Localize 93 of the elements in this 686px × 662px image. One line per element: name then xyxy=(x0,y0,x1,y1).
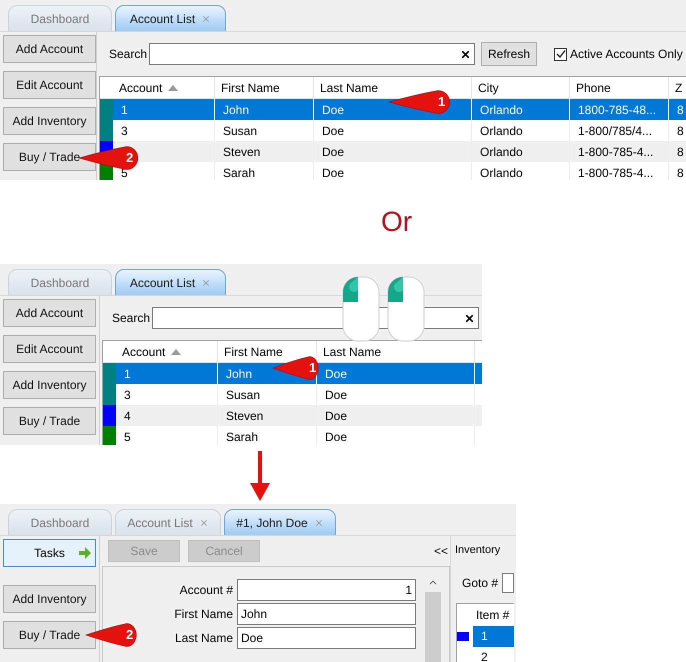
table-cell-text: 3 xyxy=(121,122,128,140)
table-cell-text: Orlando xyxy=(480,164,523,180)
text-field[interactable]: 1 xyxy=(237,579,416,601)
field-label: Last Name xyxy=(174,630,233,647)
arrow-right-icon xyxy=(79,547,91,559)
table-row[interactable]: 3 Susan Doe Orlando 1-800/785/4... 8 xyxy=(100,120,686,141)
panel-title: Inventory xyxy=(455,543,502,558)
tab[interactable]: Dashboard xyxy=(8,269,112,295)
table-row[interactable]: 4 Steven Doe xyxy=(103,405,482,426)
table-cell-text: Steven xyxy=(223,144,260,160)
table-cell-text: Doe xyxy=(325,386,348,404)
table-cell-text: Steven xyxy=(226,408,264,424)
column-header[interactable]: Last Name xyxy=(323,342,382,360)
goto-label: Goto # xyxy=(462,574,498,592)
table-cell-text: Doe xyxy=(325,428,348,445)
table-cell-text: 8 xyxy=(677,144,684,160)
column-header[interactable]: Phone xyxy=(576,78,611,96)
clear-icon[interactable] xyxy=(464,312,475,324)
table-cell-text: 1 xyxy=(121,102,128,118)
column-header[interactable]: Last Name xyxy=(320,78,378,96)
tab[interactable]: #1, John Doe xyxy=(224,509,336,535)
table-cell-text: 8 xyxy=(677,164,684,180)
sidebar-button[interactable]: Buy / Trade xyxy=(3,143,96,171)
table-cell-text: Orlando xyxy=(480,122,523,140)
sidebar-button[interactable]: Buy / Trade xyxy=(3,621,96,649)
column-header[interactable]: City xyxy=(478,78,499,96)
table-cell-text: Doe xyxy=(322,164,344,180)
text-field[interactable]: John xyxy=(237,603,416,625)
table-cell-text: Doe xyxy=(325,408,348,424)
table-cell-text: Orlando xyxy=(480,144,523,160)
sidebar-button[interactable]: Edit Account xyxy=(3,71,96,99)
goto-field[interactable] xyxy=(502,572,514,592)
checkbox-label: Active Accounts Only xyxy=(570,46,683,63)
sidebar-button[interactable]: Add Inventory xyxy=(3,371,96,399)
tasks-button[interactable]: Tasks xyxy=(3,539,96,567)
clear-icon[interactable] xyxy=(460,48,471,60)
column-header[interactable]: Account xyxy=(122,342,166,360)
table-cell-text: 1-800/785/4... xyxy=(578,122,652,140)
table-cell-text: 1-800-785-4... xyxy=(578,144,654,160)
table-cell-text: 1-800-785-4... xyxy=(578,164,654,180)
table-cell-text: Susan xyxy=(226,386,260,404)
table-cell-text: 3 xyxy=(124,386,131,404)
column-header[interactable]: First Name xyxy=(224,342,283,360)
close-icon[interactable] xyxy=(198,518,209,528)
table-cell-text: Doe xyxy=(322,144,344,160)
table-cell-text: 5 xyxy=(124,428,131,445)
collapse-button[interactable]: << xyxy=(434,542,448,560)
search-label: Search xyxy=(112,310,152,327)
sidebar-button[interactable]: Add Inventory xyxy=(3,585,96,613)
tab[interactable]: Account List xyxy=(115,269,226,295)
sidebar-button[interactable]: Add Inventory xyxy=(3,107,96,135)
search-label: Search xyxy=(109,46,148,63)
table-cell-text: 1 xyxy=(124,366,131,382)
table-cell-text: 8 xyxy=(677,102,684,118)
text-field[interactable]: Doe xyxy=(237,627,416,649)
table-cell-text: Doe xyxy=(322,122,344,140)
table-row[interactable]: 5 Sarah Doe Orlando 1-800-785-4... 8 xyxy=(100,162,686,180)
table-row[interactable]: 2 xyxy=(473,646,514,662)
table-cell-text: Orlando xyxy=(480,102,523,118)
sidebar-button[interactable]: Add Account xyxy=(3,299,96,327)
column-header[interactable]: Item # xyxy=(473,606,510,624)
table-cell-text: 4 xyxy=(124,408,131,424)
tab[interactable]: Account List xyxy=(115,509,221,535)
close-icon[interactable] xyxy=(201,14,212,24)
down-arrow-icon xyxy=(250,451,270,501)
field-label: First Name xyxy=(174,606,233,623)
table-cell-text: 1800-785-48... xyxy=(578,102,656,118)
separator-text: Or xyxy=(381,205,412,239)
table-cell-text: John xyxy=(223,102,250,118)
column-header[interactable]: First Name xyxy=(221,78,280,96)
column-header[interactable]: Account xyxy=(119,78,162,96)
sidebar-button[interactable]: Buy / Trade xyxy=(3,407,96,435)
checkbox[interactable] xyxy=(554,48,567,60)
sidebar-button[interactable]: Add Account xyxy=(3,35,96,63)
table-row[interactable]: 1 xyxy=(473,626,514,646)
field-label: Account # xyxy=(180,582,233,599)
table-cell-text: 8 xyxy=(677,122,684,140)
tab[interactable]: Account List xyxy=(115,5,226,31)
close-icon[interactable] xyxy=(314,518,324,528)
close-icon[interactable] xyxy=(201,278,212,288)
tab[interactable]: Dashboard xyxy=(8,509,112,535)
table-cell-text: Doe xyxy=(322,102,344,118)
sidebar-button[interactable]: Edit Account xyxy=(3,335,96,363)
column-header[interactable]: Z xyxy=(675,78,682,96)
table-cell-text: Doe xyxy=(325,366,348,382)
table-cell-text: Susan xyxy=(223,122,258,140)
tab[interactable]: Dashboard xyxy=(8,5,112,31)
table-cell-text: Sarah xyxy=(223,164,256,180)
table-cell-text: Sarah xyxy=(226,428,258,445)
table-cell-text: 5 xyxy=(121,164,128,180)
search-field[interactable] xyxy=(149,43,475,65)
refresh-button[interactable]: Refresh xyxy=(481,42,537,66)
table-cell-text: John xyxy=(226,366,252,382)
